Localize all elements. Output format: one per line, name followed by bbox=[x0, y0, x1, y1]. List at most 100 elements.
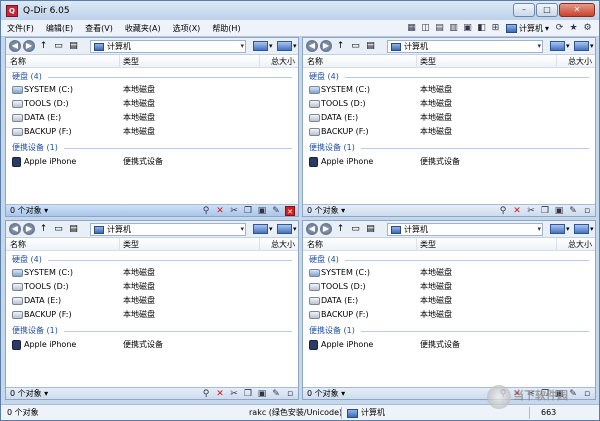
forward-icon[interactable]: ▶ bbox=[320, 223, 332, 235]
view-icon[interactable] bbox=[550, 41, 565, 51]
column-size[interactable]: 总大小 bbox=[557, 238, 595, 251]
chevron-down-icon[interactable]: ▾ bbox=[240, 41, 244, 52]
group-header-disks[interactable]: 硬盘 (4) bbox=[309, 254, 339, 265]
delete-icon[interactable]: ✕ bbox=[215, 206, 225, 216]
list-item[interactable]: SYSTEM (C:) 本地磁盘 bbox=[303, 83, 595, 96]
close-pane-icon[interactable]: ✕ bbox=[285, 206, 295, 216]
list-item[interactable]: Apple iPhone 便携式设备 bbox=[303, 155, 595, 168]
new-folder-icon[interactable]: ▭ bbox=[52, 40, 65, 52]
up-folder-icon[interactable]: ↑ bbox=[37, 40, 50, 52]
chevron-down-icon[interactable]: ▾ bbox=[293, 40, 297, 52]
list-item[interactable]: BACKUP (F:) 本地磁盘 bbox=[6, 125, 298, 138]
menu-view[interactable]: 查看(V) bbox=[79, 20, 119, 37]
column-size[interactable]: 总大小 bbox=[260, 238, 298, 251]
list-item[interactable]: TOOLS (D:) 本地磁盘 bbox=[303, 280, 595, 293]
delete-icon[interactable]: ✕ bbox=[512, 206, 522, 216]
view-2-icon[interactable] bbox=[277, 224, 292, 234]
up-folder-icon[interactable]: ↑ bbox=[37, 223, 50, 235]
address-bar[interactable]: 计算机 ▾ bbox=[90, 223, 246, 236]
menu-help[interactable]: 帮助(H) bbox=[206, 20, 246, 37]
list-item[interactable]: Apple iPhone 便携式设备 bbox=[6, 338, 298, 351]
cut-icon[interactable]: ✂ bbox=[229, 389, 239, 399]
column-type[interactable]: 类型 bbox=[417, 55, 557, 68]
view-2-icon[interactable] bbox=[574, 224, 589, 234]
group-header-disks[interactable]: 硬盘 (4) bbox=[12, 254, 42, 265]
column-name[interactable]: 名称 bbox=[6, 55, 120, 68]
paste-icon[interactable]: ▣ bbox=[257, 206, 267, 216]
view-2-icon[interactable] bbox=[574, 41, 589, 51]
column-size[interactable]: 总大小 bbox=[260, 55, 298, 68]
copy-icon[interactable]: ❐ bbox=[243, 206, 253, 216]
close-button[interactable]: ✕ bbox=[559, 3, 595, 17]
back-icon[interactable]: ◀ bbox=[9, 40, 21, 52]
copy-icon[interactable]: ❐ bbox=[243, 389, 253, 399]
pin-icon[interactable]: ⚲ bbox=[201, 389, 211, 399]
group-header-disks[interactable]: 硬盘 (4) bbox=[12, 71, 42, 82]
chevron-down-icon[interactable]: ▾ bbox=[269, 223, 273, 235]
layout-3-icon[interactable]: ▤ bbox=[434, 23, 445, 34]
list-item[interactable]: TOOLS (D:) 本地磁盘 bbox=[6, 280, 298, 293]
address-bar[interactable]: 计算机 ▾ bbox=[387, 40, 543, 53]
forward-icon[interactable]: ▶ bbox=[320, 40, 332, 52]
list-item[interactable]: SYSTEM (C:) 本地磁盘 bbox=[6, 266, 298, 279]
layout-4-icon[interactable]: ▥ bbox=[448, 23, 459, 34]
favorites-icon[interactable]: ★ bbox=[568, 23, 579, 34]
view-mode-icon[interactable]: ▤ bbox=[364, 40, 377, 52]
list-item[interactable]: DATA (E:) 本地磁盘 bbox=[6, 111, 298, 124]
menu-options[interactable]: 选项(X) bbox=[167, 20, 207, 37]
column-size[interactable]: 总大小 bbox=[557, 55, 595, 68]
view-icon[interactable] bbox=[253, 41, 268, 51]
maximize-button[interactable]: □ bbox=[536, 3, 558, 17]
chevron-down-icon[interactable]: ▾ bbox=[590, 40, 594, 52]
back-icon[interactable]: ◀ bbox=[306, 40, 318, 52]
menu-location[interactable]: 计算机 ▾ bbox=[504, 23, 551, 34]
layout-2-icon[interactable]: ◫ bbox=[420, 23, 431, 34]
rename-icon[interactable]: ✎ bbox=[568, 206, 578, 216]
list-item[interactable]: DATA (E:) 本地磁盘 bbox=[303, 294, 595, 307]
menu-file[interactable]: 文件(F) bbox=[1, 20, 40, 37]
menu-favorites[interactable]: 收藏夹(A) bbox=[119, 20, 167, 37]
column-name[interactable]: 名称 bbox=[6, 238, 120, 251]
view-icon[interactable] bbox=[253, 224, 268, 234]
chevron-down-icon[interactable]: ▾ bbox=[537, 41, 541, 52]
menu-edit[interactable]: 编辑(E) bbox=[40, 20, 79, 37]
rename-icon[interactable]: ✎ bbox=[271, 206, 281, 216]
address-bar[interactable]: 计算机 ▾ bbox=[90, 40, 246, 53]
delete-icon[interactable]: ✕ bbox=[215, 389, 225, 399]
refresh-icon[interactable]: ⟳ bbox=[554, 23, 565, 34]
chevron-down-icon[interactable]: ▾ bbox=[566, 223, 570, 235]
chevron-down-icon[interactable]: ▾ bbox=[293, 223, 297, 235]
chevron-down-icon[interactable]: ▾ bbox=[566, 40, 570, 52]
view-mode-icon[interactable]: ▤ bbox=[67, 223, 80, 235]
view-2-icon[interactable] bbox=[277, 41, 292, 51]
close-pane-icon[interactable]: ▫ bbox=[582, 389, 592, 399]
new-folder-icon[interactable]: ▭ bbox=[349, 223, 362, 235]
close-pane-icon[interactable]: ▫ bbox=[582, 206, 592, 216]
minimize-button[interactable]: – bbox=[513, 3, 535, 17]
group-header-disks[interactable]: 硬盘 (4) bbox=[309, 71, 339, 82]
pane-object-count[interactable]: 0 个对象 ▾ bbox=[307, 205, 345, 216]
title-bar[interactable]: Q Q-Dir 6.05 – □ ✕ bbox=[1, 1, 599, 20]
list-item[interactable]: TOOLS (D:) 本地磁盘 bbox=[303, 97, 595, 110]
list-item[interactable]: BACKUP (F:) 本地磁盘 bbox=[6, 308, 298, 321]
layout-5-icon[interactable]: ▣ bbox=[462, 23, 473, 34]
layout-7-icon[interactable]: ⊞ bbox=[490, 23, 501, 34]
group-header-portable[interactable]: 便携设备 (1) bbox=[12, 142, 58, 153]
close-pane-icon[interactable]: ▫ bbox=[285, 389, 295, 399]
forward-icon[interactable]: ▶ bbox=[23, 223, 35, 235]
chevron-down-icon[interactable]: ▾ bbox=[269, 40, 273, 52]
pane-object-count[interactable]: 0 个对象 ▾ bbox=[10, 205, 48, 216]
group-header-portable[interactable]: 便携设备 (1) bbox=[309, 325, 355, 336]
pin-icon[interactable]: ⚲ bbox=[498, 206, 508, 216]
column-name[interactable]: 名称 bbox=[303, 55, 417, 68]
rename-icon[interactable]: ✎ bbox=[271, 389, 281, 399]
back-icon[interactable]: ◀ bbox=[9, 223, 21, 235]
new-folder-icon[interactable]: ▭ bbox=[52, 223, 65, 235]
list-item[interactable]: TOOLS (D:) 本地磁盘 bbox=[6, 97, 298, 110]
column-type[interactable]: 类型 bbox=[120, 238, 260, 251]
pane-object-count[interactable]: 0 个对象 ▾ bbox=[10, 388, 48, 399]
list-item[interactable]: DATA (E:) 本地磁盘 bbox=[6, 294, 298, 307]
copy-icon[interactable]: ❐ bbox=[540, 206, 550, 216]
new-folder-icon[interactable]: ▭ bbox=[349, 40, 362, 52]
list-item[interactable]: SYSTEM (C:) 本地磁盘 bbox=[6, 83, 298, 96]
